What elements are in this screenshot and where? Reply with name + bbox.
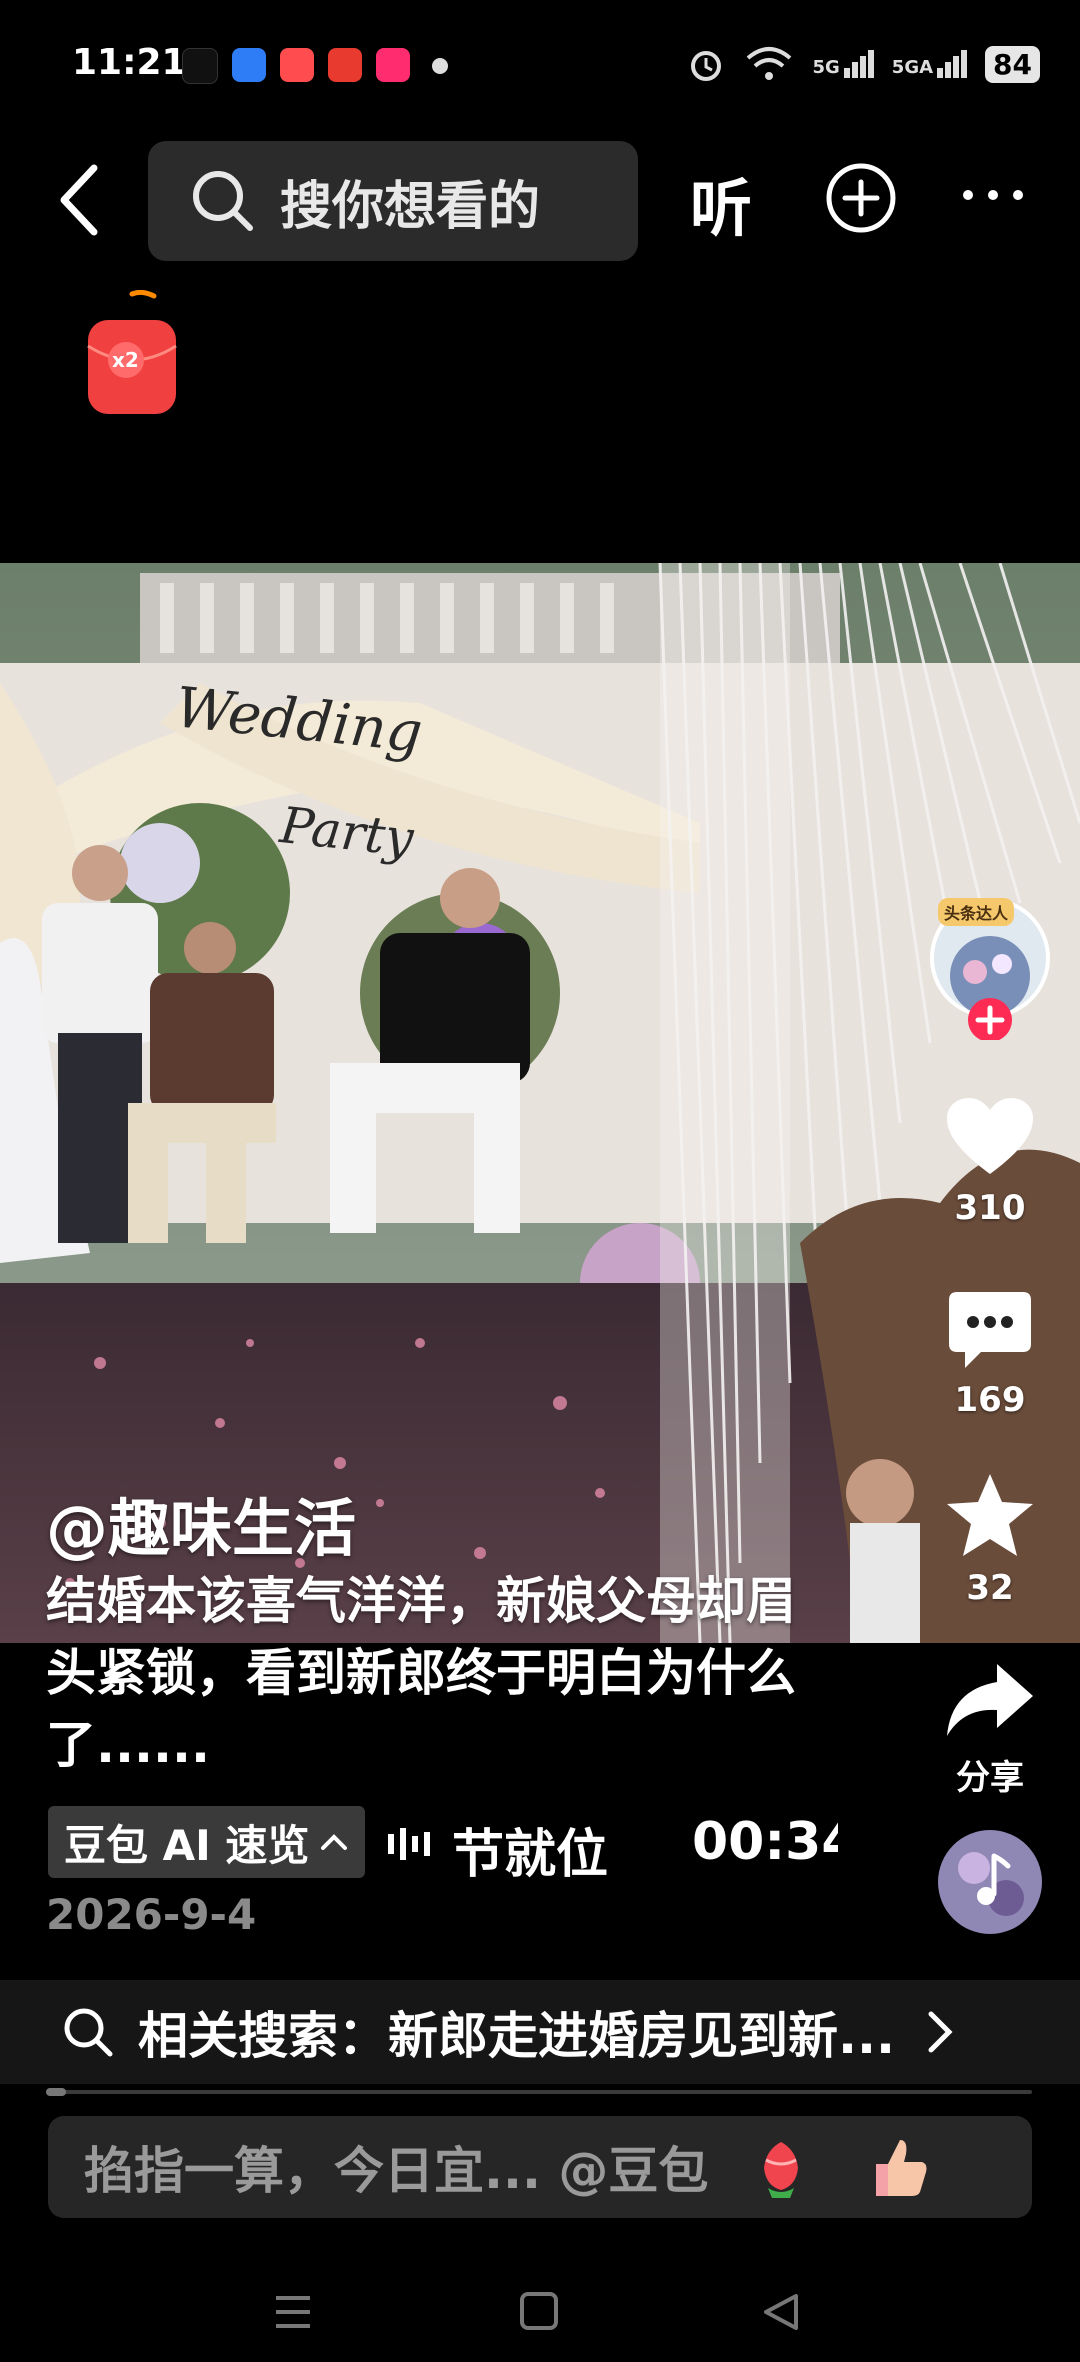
- back-button[interactable]: [50, 160, 110, 240]
- share-arrow-icon: [947, 1664, 1033, 1736]
- signal-1-icon: 5G: [812, 50, 874, 78]
- flower-emoji-icon[interactable]: [746, 2132, 816, 2202]
- share-button[interactable]: 分享: [930, 1660, 1050, 1799]
- ai-summary-label: 豆包 AI 速览: [64, 1820, 310, 1870]
- system-nav-bar: [276, 2292, 798, 2330]
- related-search-bar[interactable]: 相关搜索：新郎走进婚房见到新...: [0, 1980, 1080, 2084]
- heart-icon: [947, 1098, 1033, 1174]
- comment-count: 169: [954, 1380, 1026, 1420]
- red-packet-button[interactable]: x2: [84, 289, 180, 420]
- comment-icon: [949, 1292, 1031, 1368]
- music-disc-icon: [938, 1830, 1042, 1934]
- chevron-up-icon: [321, 1834, 348, 1850]
- status-indicators: 5G 5GA 84: [686, 44, 1040, 84]
- audio-wave-icon: [388, 1828, 430, 1860]
- recents-nav-icon: [276, 2296, 310, 2328]
- share-label: 分享: [956, 1758, 1024, 1798]
- add-button[interactable]: [825, 162, 897, 234]
- chevron-right-icon: [928, 2011, 953, 2053]
- search-placeholder: 搜你想看的: [280, 176, 541, 237]
- video-caption[interactable]: 结婚本该喜气洋洋，新娘父母却眉头紧锁，看到新郎终于明白为什么了......: [46, 1565, 826, 1781]
- search-icon: [193, 171, 253, 231]
- star-icon: [947, 1474, 1033, 1556]
- wifi-icon: [747, 47, 792, 80]
- chapter-timestamp: 00:34: [692, 1812, 838, 1872]
- favorite-button[interactable]: 32: [930, 1472, 1050, 1608]
- comment-placeholder: 掐指一算，今日宜... @豆包: [84, 2142, 709, 2200]
- comment-input[interactable]: 掐指一算，今日宜... @豆包: [48, 2116, 1032, 2218]
- favorite-count: 32: [966, 1568, 1014, 1608]
- avatar-badge: 头条达人: [938, 898, 1015, 926]
- related-search-text: 相关搜索：新郎走进婚房见到新...: [138, 2007, 895, 2065]
- playback-progress-bar[interactable]: [46, 2090, 1032, 2094]
- more-options-button[interactable]: [958, 175, 1028, 215]
- thumbs-up-emoji-icon[interactable]: [862, 2132, 932, 2202]
- author-name[interactable]: @趣味生活: [46, 1478, 356, 1568]
- back-nav-icon: [764, 2294, 798, 2330]
- browser-app-icon: [232, 48, 266, 82]
- like-button[interactable]: 310: [930, 1096, 1050, 1228]
- chapter-title[interactable]: 节就位: [452, 1812, 608, 1887]
- search-box[interactable]: 搜你想看的: [148, 141, 638, 261]
- social-app-icon: [376, 48, 410, 82]
- music-disc-button[interactable]: [930, 1828, 1050, 1940]
- tiktok-app-icon: [182, 48, 218, 84]
- notification-dot-icon: [432, 58, 448, 74]
- status-time: 11:21: [72, 42, 187, 83]
- home-nav-icon: [520, 2292, 558, 2330]
- battery-indicator: 84: [985, 45, 1040, 83]
- comment-button[interactable]: 169: [930, 1290, 1050, 1420]
- video-app-icon: [280, 48, 314, 82]
- listen-button[interactable]: 听: [690, 158, 752, 248]
- post-date: 2026-9-4: [46, 1890, 257, 1939]
- signal-2-icon: 5GA: [892, 50, 968, 78]
- alarm-icon: [691, 51, 722, 81]
- author-avatar-button[interactable]: 头条达人: [930, 880, 1050, 1042]
- search-icon: [64, 2008, 113, 2057]
- red-packet-badge: x2: [112, 348, 139, 372]
- shopping-app-icon: [328, 48, 362, 82]
- ai-summary-chip[interactable]: 豆包 AI 速览: [48, 1806, 366, 1878]
- like-count: 310: [954, 1188, 1026, 1228]
- playback-progress-fill: [46, 2088, 66, 2096]
